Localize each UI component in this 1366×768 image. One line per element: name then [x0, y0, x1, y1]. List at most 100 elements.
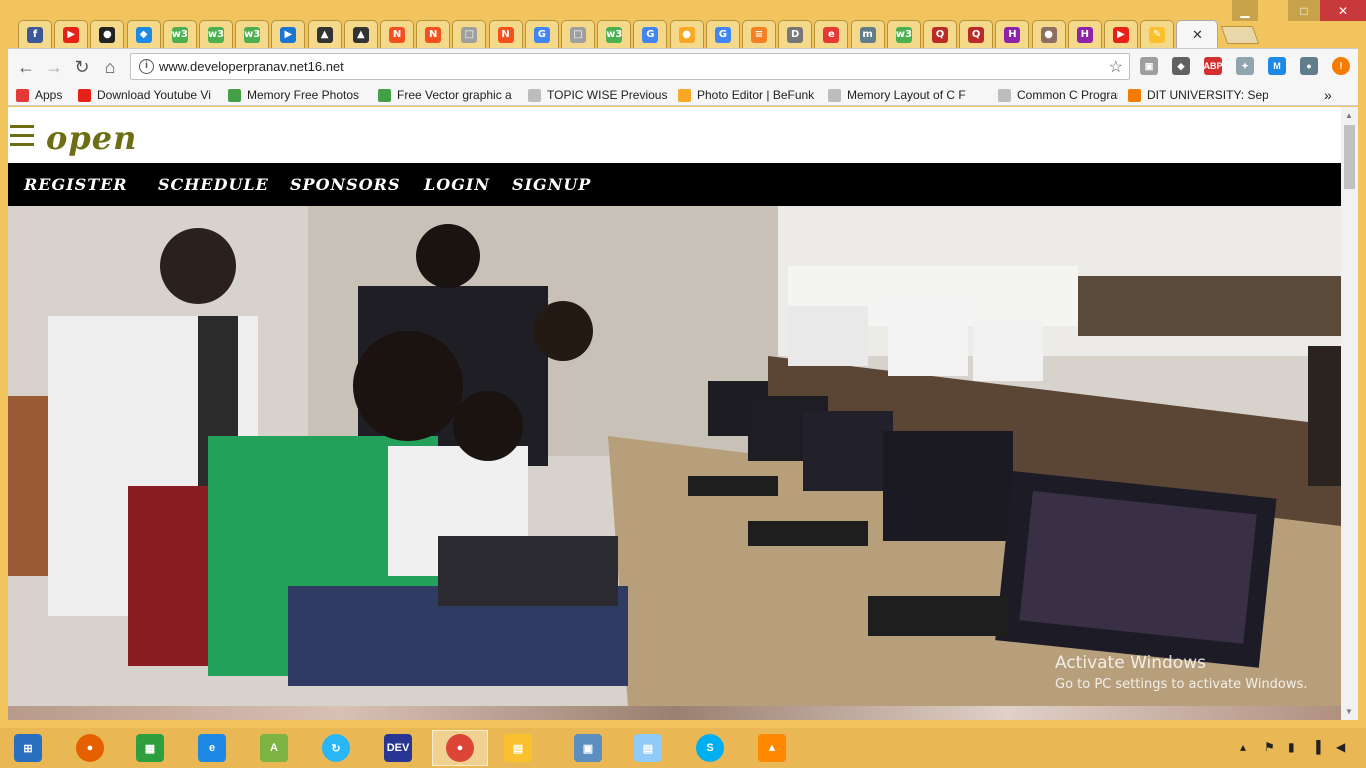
browser-tab[interactable]: ▶ [1104, 20, 1138, 48]
photo-strip [8, 706, 1341, 720]
bookmark-item[interactable]: Free Vector graphic a [378, 87, 516, 103]
adblock-icon[interactable]: ABP [1204, 57, 1223, 75]
taskbar-item[interactable]: ● [62, 730, 118, 766]
browser-tab[interactable]: □ [452, 20, 487, 48]
taskbar-item[interactable]: ▤ [490, 730, 546, 766]
extension-icon[interactable]: ● [1300, 57, 1318, 75]
windows-taskbar: ⊞ ● ▦ e A ↻ DEV ● ▤ ▣ ▤ S ▲ ▴ ⚑ ▮ ▐ ◀ [0, 728, 1366, 768]
scroll-down-icon[interactable]: ▼ [1345, 707, 1353, 716]
gmail-icon[interactable]: M [1268, 57, 1286, 75]
nav-sponsors[interactable]: SPONSORS [290, 175, 401, 194]
bookmark-item[interactable]: Memory Layout of C F [828, 87, 978, 103]
bookmark-item[interactable]: TOPIC WISE Previous [528, 87, 668, 103]
taskbar-item[interactable]: S [682, 730, 738, 766]
page-scrollbar[interactable]: ▲ ▼ [1341, 107, 1358, 720]
browser-tab[interactable]: H [1067, 20, 1102, 48]
browser-tab[interactable]: ● [1031, 20, 1066, 48]
browser-tab[interactable]: f [18, 20, 52, 48]
bookmark-item[interactable]: Memory Free Photos [228, 87, 366, 103]
taskbar-item[interactable]: ↻ [308, 730, 364, 766]
browser-tab[interactable]: N [380, 20, 414, 48]
bookmark-item[interactable]: Common C Programm [998, 87, 1118, 103]
browser-tab[interactable]: Q [959, 20, 994, 48]
browser-tab[interactable]: ● [90, 20, 125, 48]
browser-tab[interactable]: D [778, 20, 813, 48]
browser-tab[interactable]: w3 [886, 20, 921, 48]
browser-tab[interactable]: H [995, 20, 1030, 48]
browser-tab[interactable]: ▶ [271, 20, 306, 48]
download-icon [378, 88, 391, 102]
taskbar-item[interactable]: ▣ [560, 730, 616, 766]
scrollbar-thumb[interactable] [1344, 125, 1355, 189]
bookmark-item[interactable]: DIT UNIVERSITY: Sept [1128, 87, 1268, 103]
site-info-icon[interactable]: i [139, 59, 154, 74]
bookmark-item[interactable]: Download Youtube Vi [78, 87, 216, 103]
taskbar-item[interactable]: e [184, 730, 240, 766]
chrome-icon: ● [446, 734, 474, 762]
browser-tab[interactable]: w3 [597, 20, 632, 48]
nav-register[interactable]: REGISTER [24, 175, 128, 194]
menu-hamburger-icon[interactable] [10, 125, 34, 147]
browser-tab[interactable]: ▶ [54, 20, 89, 48]
extension-icon[interactable]: ▣ [1140, 57, 1158, 75]
browser-tab[interactable]: □ [561, 20, 595, 48]
bookmark-item[interactable]: Apps [16, 87, 66, 103]
taskbar-item[interactable]: ▦ [122, 730, 178, 766]
browser-tab[interactable]: w3 [199, 20, 233, 48]
extension-icon[interactable]: ✦ [1236, 57, 1254, 75]
bookmark-star-icon[interactable]: ☆ [1109, 57, 1123, 77]
battery-icon[interactable]: ▮ [1288, 740, 1295, 754]
apps-icon [16, 88, 29, 102]
address-bar[interactable]: i www.developerpranav.net16.net ☆ [130, 53, 1130, 80]
close-tab-icon[interactable]: ✕ [1192, 27, 1203, 43]
action-center-flag-icon[interactable]: ⚑ [1264, 740, 1275, 754]
browser-tab[interactable]: w3 [162, 20, 197, 48]
browser-tab[interactable]: G [705, 20, 740, 48]
home-button[interactable]: ⌂ [100, 57, 120, 77]
site-logo[interactable]: open [46, 119, 137, 157]
browser-tab[interactable]: ● [669, 20, 704, 48]
tab-strip: f ▶ ● ◆ w3 w3 w3 ▶ ▲ ▲ N N □ N G □ w3 G ● G ≡ De m w3 Q Q H ● H ▶ ✎ ✕ [0, 14, 1366, 48]
url-text[interactable]: www.developerpranav.net16.net [159, 59, 344, 74]
taskbar-item[interactable]: A [246, 730, 302, 766]
nav-login[interactable]: LOGIN [424, 175, 490, 194]
sync-icon: ↻ [322, 734, 350, 762]
new-tab-button[interactable] [1220, 26, 1260, 44]
bookmarks-overflow-button[interactable]: » [1324, 87, 1332, 103]
browser-tab[interactable]: ◆ [126, 20, 161, 48]
browser-tab[interactable]: G [524, 20, 559, 48]
forward-button[interactable]: → [44, 57, 64, 77]
volume-icon[interactable]: ◀ [1336, 740, 1345, 754]
browser-tab[interactable]: N [488, 20, 523, 48]
devcpp-icon: DEV [384, 734, 412, 762]
back-button[interactable]: ← [16, 57, 36, 77]
taskbar-item[interactable]: ▲ [744, 730, 800, 766]
blogger-icon [1128, 88, 1141, 102]
browser-tab[interactable]: N [416, 20, 451, 48]
befunky-icon [678, 88, 691, 102]
active-tab[interactable]: ✕ [1176, 20, 1219, 48]
browser-tab[interactable]: ≡ [742, 20, 776, 48]
bookmark-item[interactable]: Photo Editor | BeFunk [678, 87, 818, 103]
reload-button[interactable]: ↻ [72, 57, 92, 77]
extension-icon[interactable]: ◆ [1172, 57, 1190, 75]
browser-tab[interactable]: ▲ [307, 20, 342, 48]
nav-signup[interactable]: SIGNUP [512, 175, 591, 194]
browser-tab[interactable]: G [633, 20, 668, 48]
browser-tab[interactable]: m [850, 20, 885, 48]
network-signal-icon[interactable]: ▐ [1312, 740, 1321, 754]
taskbar-item[interactable]: DEV [370, 730, 426, 766]
taskbar-item[interactable]: ● [432, 730, 488, 766]
browser-tab[interactable]: e [814, 20, 849, 48]
show-hidden-icons-icon[interactable]: ▴ [1240, 740, 1246, 754]
taskbar-item[interactable]: ⊞ [0, 730, 56, 766]
browser-tab[interactable]: ✎ [1140, 20, 1175, 48]
youtube-icon [78, 88, 91, 102]
scroll-up-icon[interactable]: ▲ [1345, 111, 1353, 120]
alert-icon[interactable]: ! [1332, 57, 1350, 75]
browser-tab[interactable]: ▲ [343, 20, 378, 48]
browser-tab[interactable]: w3 [235, 20, 270, 48]
nav-schedule[interactable]: SCHEDULE [158, 175, 269, 194]
taskbar-item[interactable]: ▤ [620, 730, 676, 766]
browser-tab[interactable]: Q [923, 20, 957, 48]
